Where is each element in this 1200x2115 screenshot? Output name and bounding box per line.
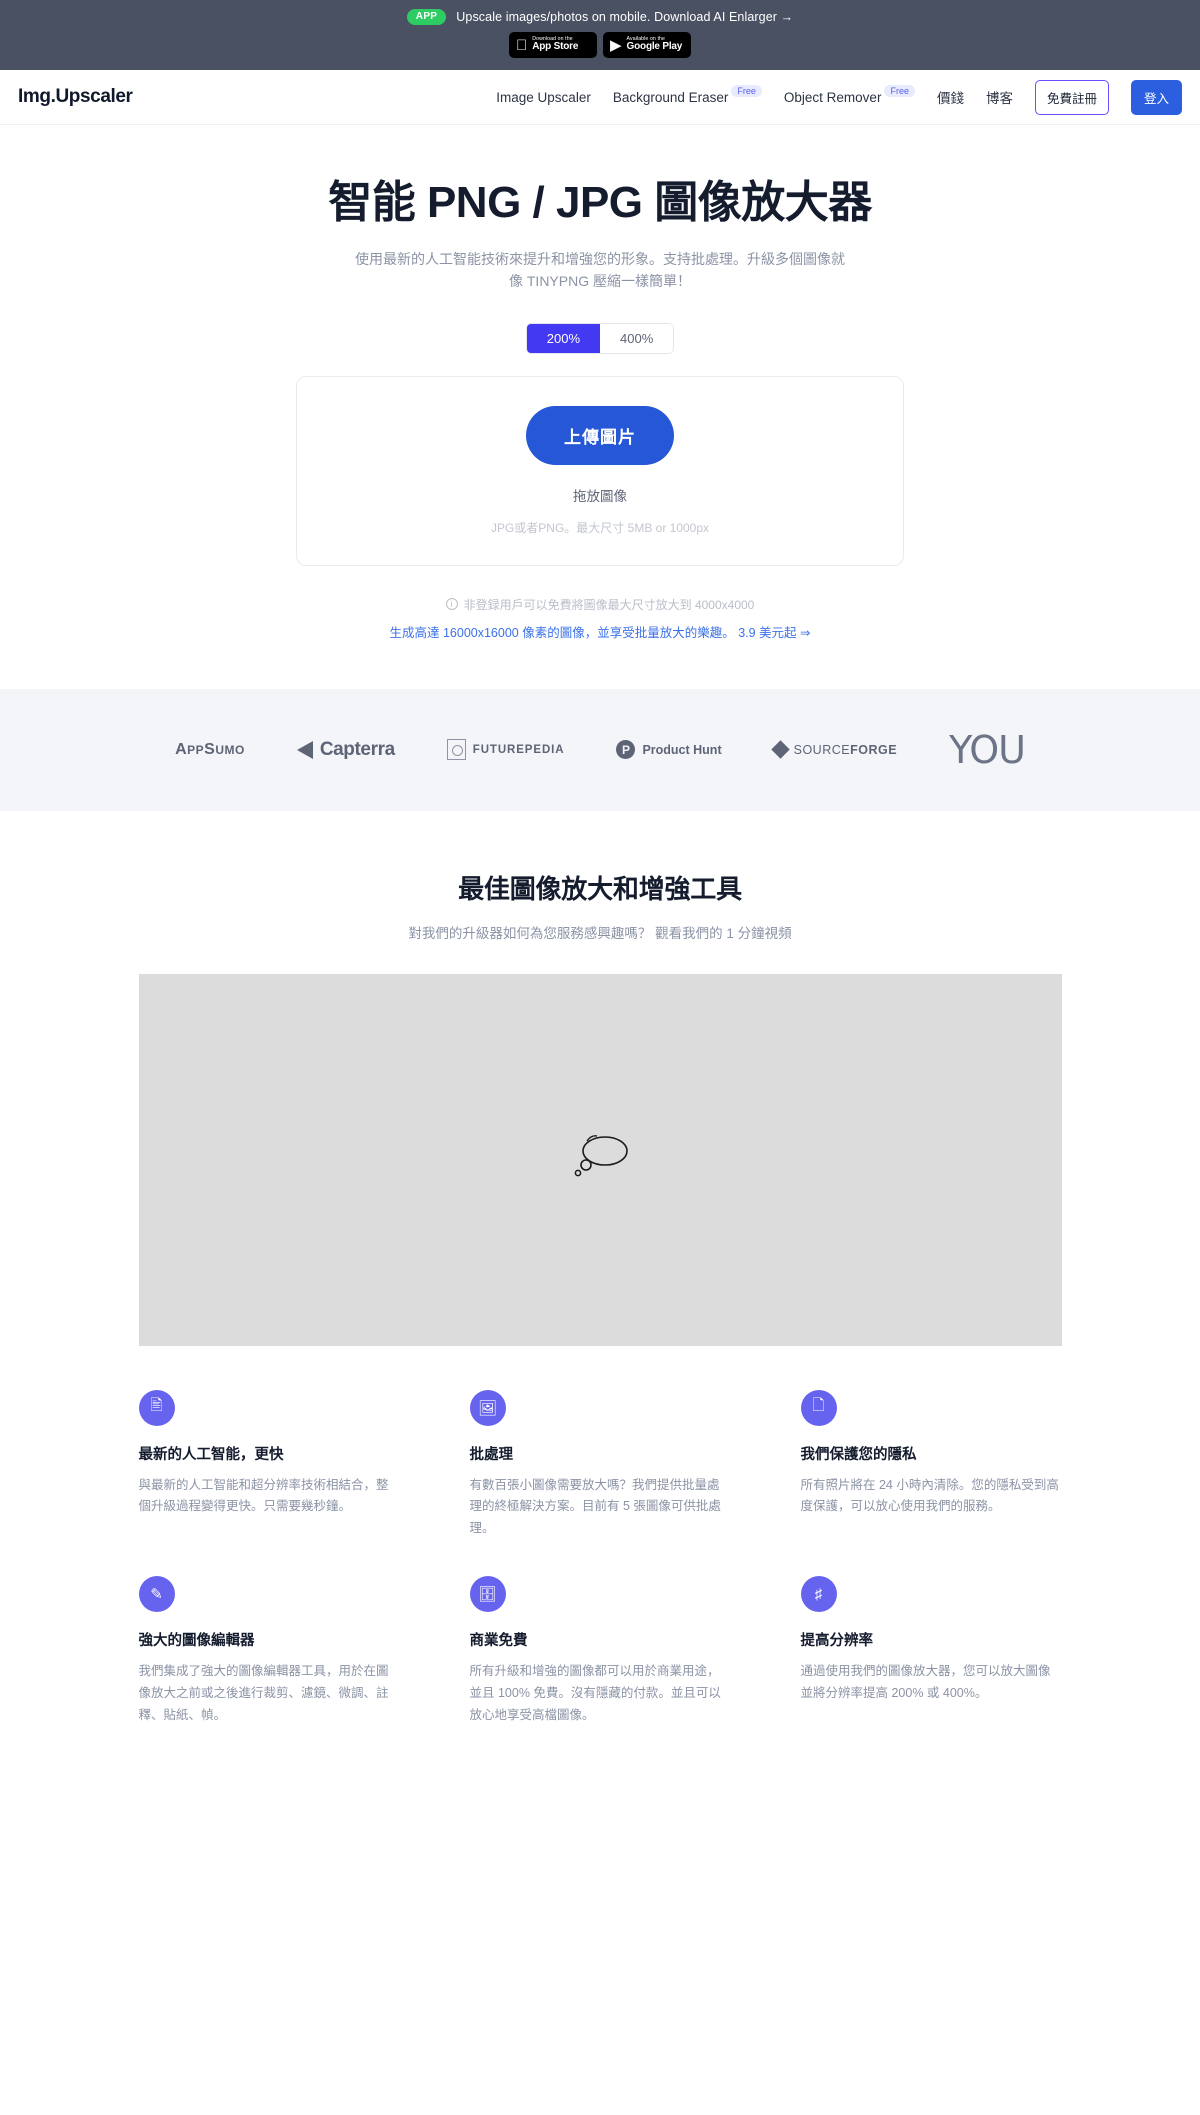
- feature-title: 我們保護您的隱私: [800, 1446, 917, 1463]
- futurepedia-label: FUTUREPEDIA: [472, 743, 565, 756]
- feature-description: 所有升級和增強的圖像都可以用於商業用途，並且 100% 免費。沒有隱藏的付款。並…: [469, 1664, 721, 1722]
- logo-futurepedia: FUTUREPEDIA: [446, 739, 565, 761]
- feature-title: 強大的圖像編輯器: [138, 1633, 255, 1650]
- hero-section: 智能 PNG / JPG 圖像放大器 使用最新的人工智能技術來提升和增強您的形象…: [0, 125, 1200, 641]
- nav-links: Image Upscaler Background Eraser Free Ob…: [496, 79, 1182, 115]
- upgrade-link[interactable]: 生成高達 16000x16000 像素的圖像，並享受批量放大的樂趣。 3.9 美…: [0, 622, 1200, 641]
- product-hunt-label: Product Hunt: [642, 742, 722, 757]
- thought-bubble-icon: [574, 1134, 628, 1176]
- app-store-button[interactable]:  Download on the App Store: [509, 32, 597, 58]
- brand-logo[interactable]: Img.Upscaler: [18, 86, 133, 108]
- section-subtitle: 對我們的升級器如何為您服務感興趣嗎？ 觀看我們的 1 分鐘視頻: [408, 925, 792, 941]
- free-tier-notice: i 非登録用戶可以免費將圖像最大尺寸放大到 4000x4000: [0, 596, 1200, 613]
- google-play-big-label: Google Play: [626, 41, 683, 53]
- feature-description: 我們集成了強大的圖像編輯器工具，用於在圖像放大之前或之後進行裁剪、濾鏡、微調、註…: [138, 1664, 389, 1722]
- scale-toggle-200[interactable]: 200%: [526, 323, 600, 353]
- sourceforge-diamond-icon: [770, 740, 790, 759]
- batch-image-icon: 🖼: [469, 1389, 506, 1426]
- nav-link-background-eraser[interactable]: Background Eraser Free: [612, 84, 762, 105]
- feature-title: 提高分辨率: [800, 1633, 874, 1650]
- nav-link-object-remover[interactable]: Object Remover Free: [783, 84, 915, 105]
- sourceforge-label-1: SOURCE: [793, 742, 851, 757]
- logo-product-hunt: P Product Hunt: [616, 740, 722, 760]
- edit-tools-icon: ✎: [138, 1576, 175, 1613]
- resolution-icon: ♯: [800, 1576, 837, 1613]
- page-title: 智能 PNG / JPG 圖像放大器: [328, 178, 872, 227]
- app-store-big-label: App Store: [521, 41, 578, 53]
- nav-label: Background Eraser: [612, 89, 729, 105]
- banner-text[interactable]: Upscale images/photos on mobile. Downloa…: [456, 10, 793, 24]
- capterra-arrow-icon: [296, 740, 313, 759]
- product-hunt-mark-icon: P: [616, 740, 636, 760]
- nav-link-image-upscaler[interactable]: Image Upscaler: [496, 90, 591, 105]
- feature-card: ♯ 提高分辨率 通過使用我們的圖像放大器，您可以放大圖像並將分辨率提高 200%…: [800, 1576, 1062, 1727]
- free-badge: Free: [884, 84, 915, 97]
- drop-image-label: 拖放圖像: [573, 488, 627, 504]
- hero-subtitle: 使用最新的人工智能技術來提升和增強您的形象。支持批處理。升級多個圖像就像 TIN…: [355, 250, 845, 290]
- feature-card: 🖼 批處理 有數百張小圖像需要放大嗎？我們提供批量處理的終極解決方案。目前有 5…: [469, 1389, 731, 1541]
- features-grid: 🖹 最新的人工智能，更快 與最新的人工智能和超分辨率技術相結合，整個升級過程變得…: [138, 1389, 1062, 1767]
- feature-title: 商業免費: [469, 1633, 528, 1650]
- feature-title: 最新的人工智能，更快: [138, 1446, 284, 1463]
- feature-card: ✎ 強大的圖像編輯器 我們集成了強大的圖像編輯器工具，用於在圖像放大之前或之後進…: [138, 1576, 400, 1727]
- nav-label: Object Remover: [783, 89, 882, 105]
- nav-link-blog[interactable]: 博客: [986, 87, 1013, 107]
- shield-file-icon: 🗋: [800, 1389, 837, 1426]
- scale-toggle-group: 200% 400%: [525, 322, 675, 354]
- main-navbar: Img.Upscaler Image Upscaler Background E…: [0, 70, 1200, 125]
- file-constraints-label: JPG或者PNG。最大尺寸 5MB or 1000px: [490, 520, 710, 535]
- feature-card: 🖹 最新的人工智能，更快 與最新的人工智能和超分辨率技術相結合，整個升級過程變得…: [138, 1389, 400, 1541]
- nav-label: 博客: [985, 91, 1013, 106]
- app-badge: APP: [406, 9, 447, 25]
- feature-title: 批處理: [469, 1446, 514, 1463]
- logo-capterra: Capterra: [296, 738, 395, 761]
- video-placeholder[interactable]: [138, 973, 1062, 1346]
- nav-label: 價錢: [936, 91, 964, 106]
- free-badge: Free: [731, 84, 762, 97]
- feature-description: 通過使用我們的圖像放大器，您可以放大圖像並將分辨率提高 200% 或 400%。: [800, 1664, 1051, 1701]
- feature-description: 所有照片將在 24 小時內清除。您的隱私受到高度保護，可以放心使用我們的服務。: [800, 1477, 1059, 1514]
- document-scan-icon: 🖹: [138, 1389, 175, 1426]
- commercial-icon: 🗄: [469, 1576, 506, 1613]
- you-label: YOU: [949, 727, 1026, 772]
- google-play-icon: ▶: [610, 36, 622, 54]
- partner-logos-band: APPSUMO Capterra FUTUREPEDIA P Product H…: [0, 688, 1200, 811]
- upload-dropzone[interactable]: 上傳圖片 拖放圖像 JPG或者PNG。最大尺寸 5MB or 1000px: [296, 375, 904, 566]
- app-download-banner: APP Upscale images/photos on mobile. Dow…: [0, 0, 1200, 70]
- appsumo-pp: PP: [187, 742, 205, 757]
- appsumo-umo: UMO: [215, 742, 245, 757]
- info-icon: i: [445, 598, 458, 611]
- scale-toggle-400[interactable]: 400%: [600, 323, 674, 353]
- nav-label: Image Upscaler: [496, 89, 591, 105]
- upload-image-button[interactable]: 上傳圖片: [526, 405, 674, 465]
- free-tier-notice-text: 非登録用戶可以免費將圖像最大尺寸放大到 4000x4000: [463, 597, 755, 612]
- feature-description: 有數百張小圖像需要放大嗎？我們提供批量處理的終極解決方案。目前有 5 張圖像可供…: [469, 1477, 721, 1536]
- store-badges-row:  Download on the App Store ▶ Available …: [509, 32, 691, 58]
- futurepedia-frame-icon: [446, 739, 466, 761]
- capterra-label: Capterra: [319, 738, 395, 760]
- google-play-button[interactable]: ▶ Available on the Google Play: [603, 32, 691, 58]
- logo-sourceforge: SOURCEFORGE: [770, 740, 898, 759]
- feature-card: 🗋 我們保護您的隱私 所有照片將在 24 小時內清除。您的隱私受到高度保護，可以…: [800, 1389, 1062, 1541]
- login-button[interactable]: 登入: [1130, 79, 1182, 115]
- sourceforge-label-2: FORGE: [850, 742, 898, 757]
- logo-you: YOU: [949, 727, 1026, 772]
- feature-description: 與最新的人工智能和超分辨率技術相結合，整個升級過程變得更快。只需要幾秒鐘。: [138, 1477, 389, 1514]
- nav-link-pricing[interactable]: 價錢: [937, 87, 964, 107]
- logo-appsumo: APPSUMO: [175, 741, 245, 759]
- video-section: 最佳圖像放大和增強工具 對我們的升級器如何為您服務感興趣嗎？ 觀看我們的 1 分…: [0, 811, 1200, 1346]
- banner-message-row: APP Upscale images/photos on mobile. Dow…: [406, 6, 793, 28]
- signup-button[interactable]: 免費註冊: [1034, 79, 1109, 115]
- apple-icon: : [516, 38, 527, 53]
- feature-card: 🗄 商業免費 所有升級和增強的圖像都可以用於商業用途，並且 100% 免費。沒有…: [469, 1576, 731, 1727]
- appsumo-a: A: [175, 740, 188, 758]
- appsumo-s: S: [204, 740, 216, 758]
- section-title: 最佳圖像放大和增強工具: [458, 873, 742, 904]
